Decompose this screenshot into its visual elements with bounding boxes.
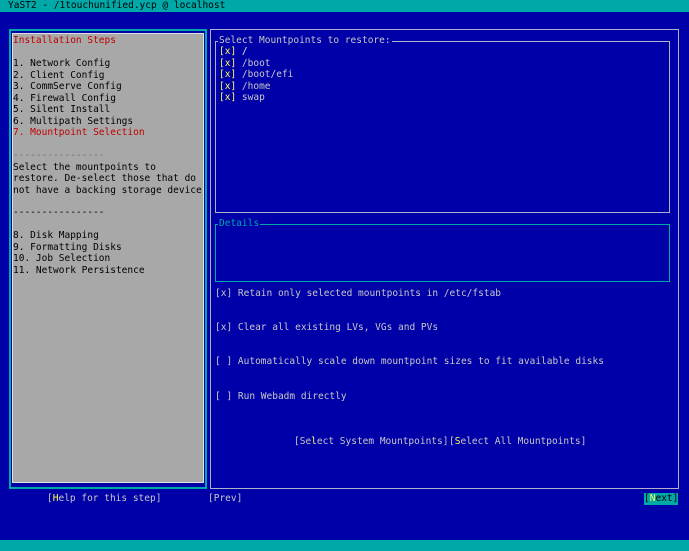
auto-scale-checkbox[interactable]: [ ] Automatically scale down mountpoint …	[215, 356, 604, 368]
mountpoint-item[interactable]: [x] swap	[219, 92, 265, 104]
details-title: Details	[218, 218, 261, 230]
status-bar	[0, 540, 689, 551]
select-system-mountpoints-button[interactable]: [Select System Mountpoints]	[294, 436, 448, 448]
prev-button[interactable]: [Prev]	[208, 493, 242, 505]
step-4: 4. Firewall Config	[13, 92, 116, 104]
clear-lvm-checkbox[interactable]: [x] Clear all existing LVs, VGs and PVs	[215, 322, 438, 334]
mountpoint-item[interactable]: [x] /	[219, 46, 248, 58]
step-2: 2. Client Config	[13, 69, 105, 81]
step-10: 10. Job Selection	[13, 253, 111, 264]
step-6: 6. Multipath Settings	[13, 115, 134, 127]
help-line: restore. De-select those that do	[13, 173, 197, 184]
mountpoint-item[interactable]: [x] /home	[219, 81, 271, 93]
step-1: 1. Network Config	[13, 58, 111, 69]
step-11: 11. Network Persistence	[13, 264, 145, 276]
mountpoint-item[interactable]: [x] /boot	[219, 58, 271, 70]
next-button[interactable]: [Next]	[644, 493, 679, 505]
step-5: 5. Silent Install	[13, 104, 111, 115]
title-bar: YaST2 - /1touchunified.ycp @ localhost	[0, 0, 689, 12]
select-all-mountpoints-button[interactable]: [Select All Mountpoints]	[449, 436, 586, 448]
step-current: 7. Mountpoint Selection	[13, 127, 145, 138]
help-line: not have a backing storage device	[13, 184, 202, 196]
mountpoint-list[interactable]: Select Mountpoints to restore: [x] / [x]…	[215, 35, 670, 213]
details-box: Details	[215, 218, 670, 282]
mountpoint-list-title: Select Mountpoints to restore:	[218, 35, 392, 47]
help-line: Select the mountpoints to	[13, 161, 156, 173]
window-title: YaST2 - /1touchunified.ycp @ localhost	[8, 0, 226, 11]
run-webadm-checkbox[interactable]: [ ] Run Webadm directly	[215, 391, 347, 403]
separator: ----------------	[13, 207, 105, 218]
mountpoint-item[interactable]: [x] /boot/efi	[219, 69, 293, 81]
help-button[interactable]: [Help for this step]	[47, 493, 161, 505]
steps-panel: Installation Steps 1. Network Config 2. …	[12, 33, 204, 483]
steps-heading: Installation Steps	[13, 35, 116, 46]
separator: ----------------	[13, 150, 105, 161]
step-8: 8. Disk Mapping	[13, 230, 99, 241]
retain-fstab-checkbox[interactable]: [x] Retain only selected mountpoints in …	[215, 288, 501, 300]
step-9: 9. Formatting Disks	[13, 241, 122, 253]
step-3: 3. CommServe Config	[13, 81, 122, 92]
